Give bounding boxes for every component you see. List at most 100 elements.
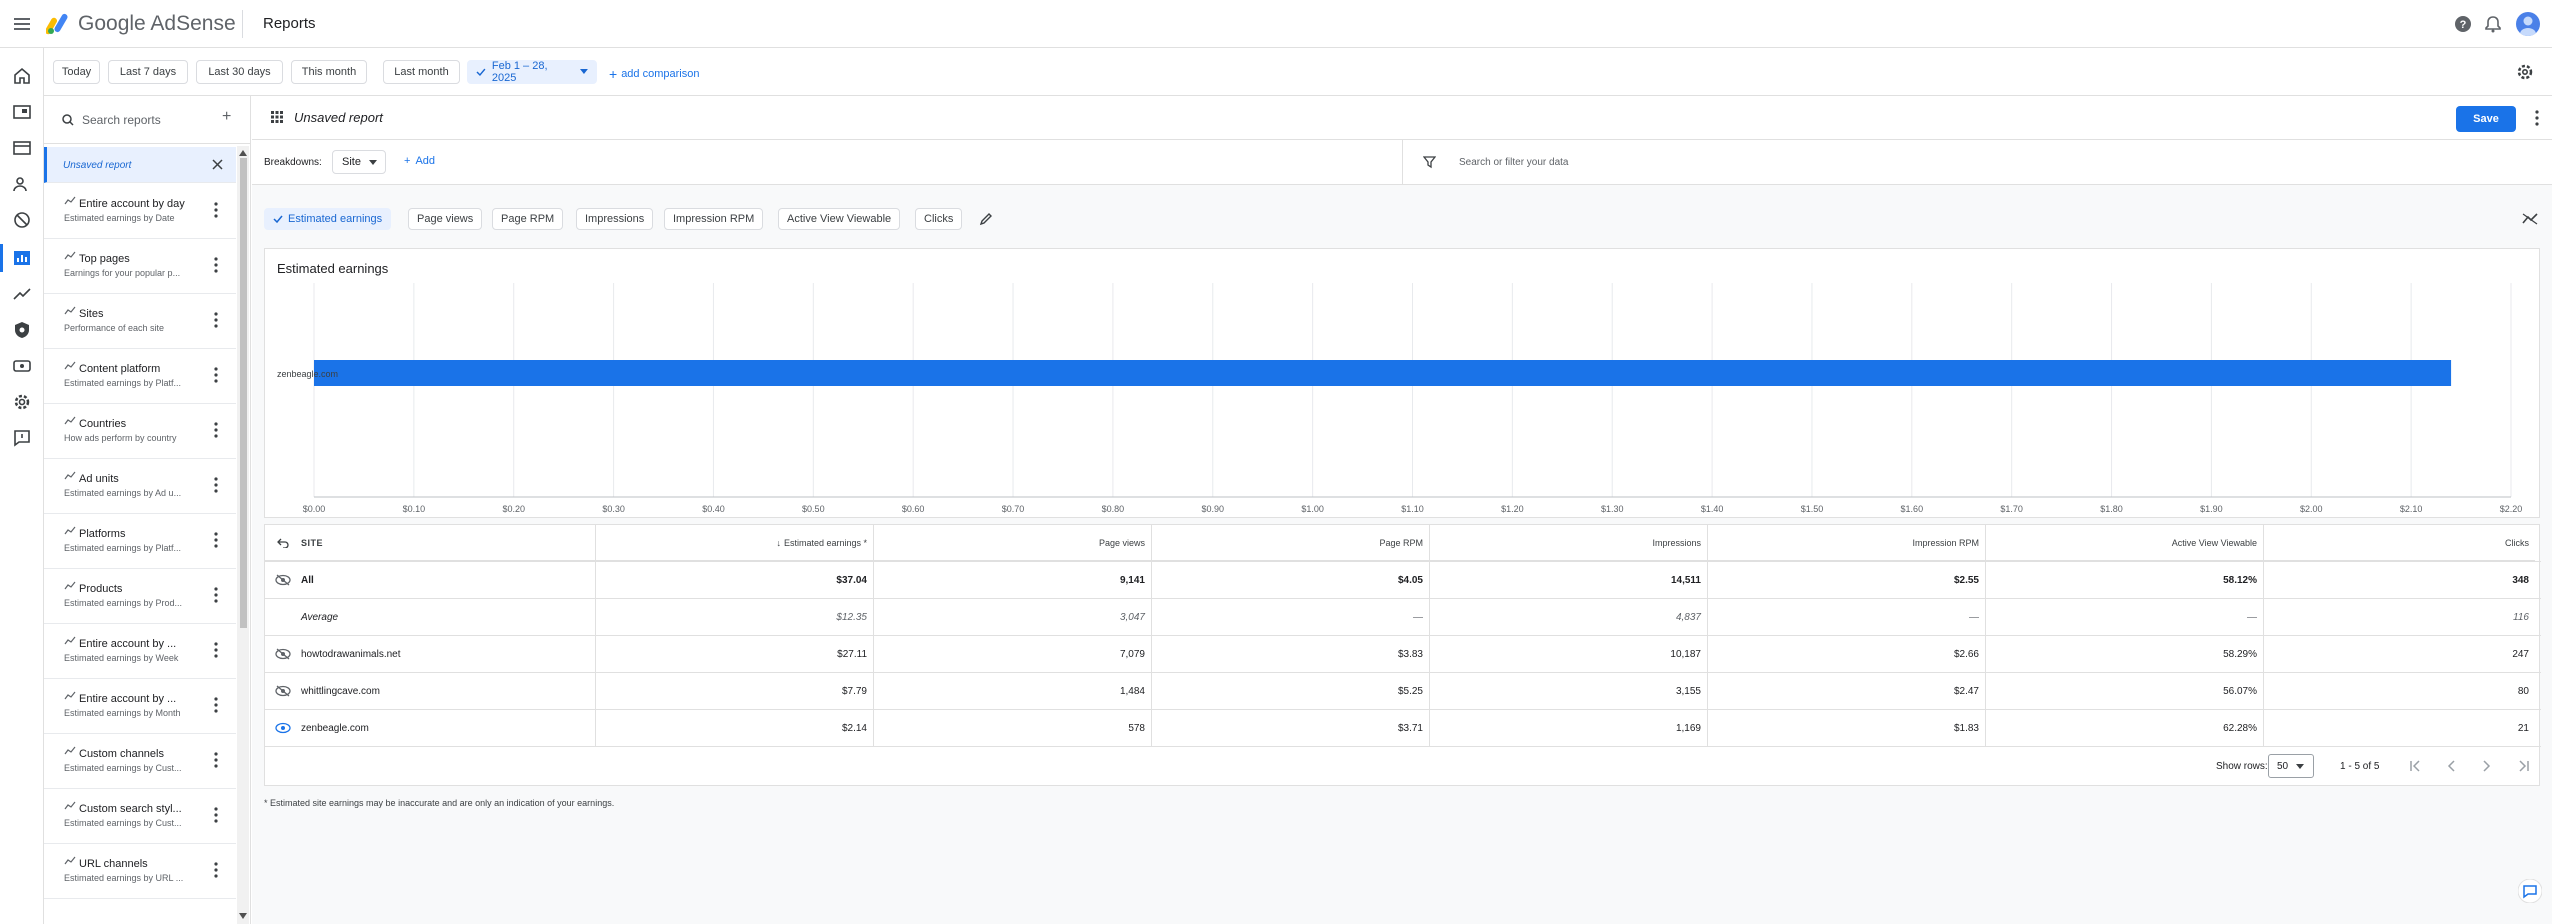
report-item-menu-icon[interactable] (214, 752, 218, 768)
undo-icon[interactable] (277, 538, 289, 548)
report-settings-icon[interactable] (2516, 63, 2534, 81)
report-item[interactable]: Custom search styl... Estimated earnings … (44, 789, 236, 844)
column-header-site[interactable]: SITE (265, 525, 595, 561)
add-comparison-link[interactable]: + add comparison (609, 66, 699, 82)
date-range-bar: Today Last 7 days Last 30 days This mont… (44, 48, 2552, 96)
payments-icon[interactable] (12, 356, 32, 376)
report-item[interactable]: Products Estimated earnings by Prod... (44, 569, 236, 624)
report-item[interactable]: Ad units Estimated earnings by Ad u... (44, 459, 236, 514)
visibility-off-icon[interactable] (275, 685, 291, 697)
more-options-icon[interactable] (2535, 110, 2539, 126)
reports-scrollbar-thumb[interactable] (240, 158, 247, 628)
report-item-menu-icon[interactable] (214, 367, 218, 383)
visibility-off-icon[interactable] (275, 648, 291, 660)
report-item-menu-icon[interactable] (214, 257, 218, 273)
report-item[interactable]: Countries How ads perform by country (44, 404, 236, 459)
metric-impression-rpm[interactable]: Impression RPM (664, 208, 764, 230)
feedback-icon[interactable] (12, 428, 32, 448)
earnings-bar[interactable] (314, 360, 2452, 386)
visibility-off-icon[interactable] (275, 574, 291, 586)
optimization-icon[interactable] (12, 284, 32, 304)
selected-date-range[interactable]: Feb 1 – 28, 2025 (467, 60, 597, 84)
report-item[interactable]: Entire account by ... Estimated earnings … (44, 624, 236, 679)
column-header[interactable]: Page views (873, 525, 1151, 561)
avatar[interactable] (2516, 12, 2540, 36)
notifications-icon[interactable] (2484, 15, 2502, 33)
scroll-down-icon[interactable] (239, 913, 247, 919)
scroll-up-icon[interactable] (239, 150, 247, 156)
menu-icon[interactable] (13, 15, 31, 33)
report-title[interactable]: Unsaved report (294, 110, 383, 125)
range-last-30-days[interactable]: Last 30 days (196, 60, 283, 84)
report-item-menu-icon[interactable] (214, 587, 218, 603)
report-item[interactable]: Sites Performance of each site (44, 294, 236, 349)
column-header[interactable]: Impressions (1429, 525, 1707, 561)
reports-icon[interactable] (12, 248, 32, 268)
chart-card: Estimated earnings $0.00 $0.10 $0.20 $0.30 $… (264, 248, 2540, 518)
report-item-menu-icon[interactable] (214, 642, 218, 658)
new-report-plus-icon[interactable]: + (222, 108, 231, 126)
metric-page-views[interactable]: Page views (408, 208, 483, 230)
chart-toggle-icon[interactable] (2522, 213, 2538, 225)
table-row[interactable]: whittlingcave.com $7.79 1,484 $5.25 3,155 $2.… (265, 673, 2541, 709)
report-item-menu-icon[interactable] (214, 477, 218, 493)
column-header[interactable]: Active View Viewable (1985, 525, 2263, 561)
apps-grid-icon[interactable] (271, 111, 283, 123)
column-header[interactable]: Page RPM (1151, 525, 1429, 561)
column-header[interactable]: ↓ Estimated earnings * (595, 525, 873, 561)
report-item-menu-icon[interactable] (214, 862, 218, 878)
report-item[interactable]: Entire account by day Estimated earnings … (44, 184, 236, 239)
last-page-icon[interactable] (2516, 760, 2530, 772)
policy-center-icon[interactable] (12, 320, 32, 340)
reports-search[interactable]: Search reports + (44, 96, 250, 144)
blocking-controls-icon[interactable] (12, 210, 32, 230)
adsense-logo[interactable]: Google AdSense (46, 12, 236, 36)
metric-active-view-viewable[interactable]: Active View Viewable (778, 208, 901, 230)
report-item-unsaved[interactable]: Unsaved report (44, 147, 236, 183)
add-breakdown-button[interactable]: + Add (404, 155, 435, 167)
home-icon[interactable] (12, 66, 32, 86)
range-today[interactable]: Today (53, 60, 100, 84)
report-item[interactable]: Platforms Estimated earnings by Platf... (44, 514, 236, 569)
close-icon[interactable] (212, 159, 223, 170)
report-item-menu-icon[interactable] (214, 312, 218, 328)
report-item[interactable]: URL channels Estimated earnings by URL ..… (44, 844, 236, 899)
report-item-menu-icon[interactable] (214, 697, 218, 713)
next-page-icon[interactable] (2482, 760, 2492, 772)
breakdown-site-select[interactable]: Site (332, 150, 386, 174)
report-item[interactable]: Content platform Estimated earnings by Pl… (44, 349, 236, 404)
help-icon[interactable]: ? (2454, 15, 2472, 33)
table-row[interactable]: Average $12.35 3,047 — 4,837 — — 116 (265, 599, 2541, 635)
previous-page-icon[interactable] (2446, 760, 2456, 772)
table-row[interactable]: howtodrawanimals.net $27.11 7,079 $3.83 10,1… (265, 636, 2541, 672)
table-row[interactable]: All $37.04 9,141 $4.05 14,511 $2.55 58.12% 348 (265, 562, 2541, 598)
metric-clicks[interactable]: Clicks (915, 208, 963, 230)
feedback-chat-icon[interactable] (2518, 879, 2542, 903)
edit-metrics-icon[interactable] (979, 212, 993, 226)
range-last-month[interactable]: Last month (383, 60, 460, 84)
metric-estimated-earnings[interactable]: Estimated earnings (264, 208, 392, 230)
first-page-icon[interactable] (2409, 760, 2423, 772)
settings-icon[interactable] (12, 392, 32, 412)
report-item[interactable]: Entire account by ... Estimated earnings … (44, 679, 236, 734)
report-item-menu-icon[interactable] (214, 202, 218, 218)
table-row[interactable]: zenbeagle.com $2.14 578 $3.71 1,169 $1.83 62.2… (265, 710, 2541, 746)
report-item[interactable]: Top pages Earnings for your popular p... (44, 239, 236, 294)
privacy-messaging-icon[interactable] (12, 174, 32, 194)
report-item-menu-icon[interactable] (214, 422, 218, 438)
range-this-month[interactable]: This month (291, 60, 367, 84)
column-header[interactable]: Impression RPM (1707, 525, 1985, 561)
sites-icon[interactable] (12, 102, 32, 122)
ads-icon[interactable] (12, 138, 32, 158)
rows-per-page-select[interactable]: 50 (2268, 754, 2314, 778)
visibility-on-icon[interactable] (275, 722, 291, 734)
metric-impressions[interactable]: Impressions (576, 208, 654, 230)
report-item-menu-icon[interactable] (214, 532, 218, 548)
metric-page-rpm[interactable]: Page RPM (492, 208, 564, 230)
report-item[interactable]: Custom channels Estimated earnings by Cus… (44, 734, 236, 789)
report-item-menu-icon[interactable] (214, 807, 218, 823)
save-button[interactable]: Save (2456, 106, 2516, 132)
column-header[interactable]: Clicks (2263, 525, 2535, 561)
range-last-7-days[interactable]: Last 7 days (108, 60, 188, 84)
filter-area[interactable]: Search or filter your data (1402, 140, 2552, 185)
